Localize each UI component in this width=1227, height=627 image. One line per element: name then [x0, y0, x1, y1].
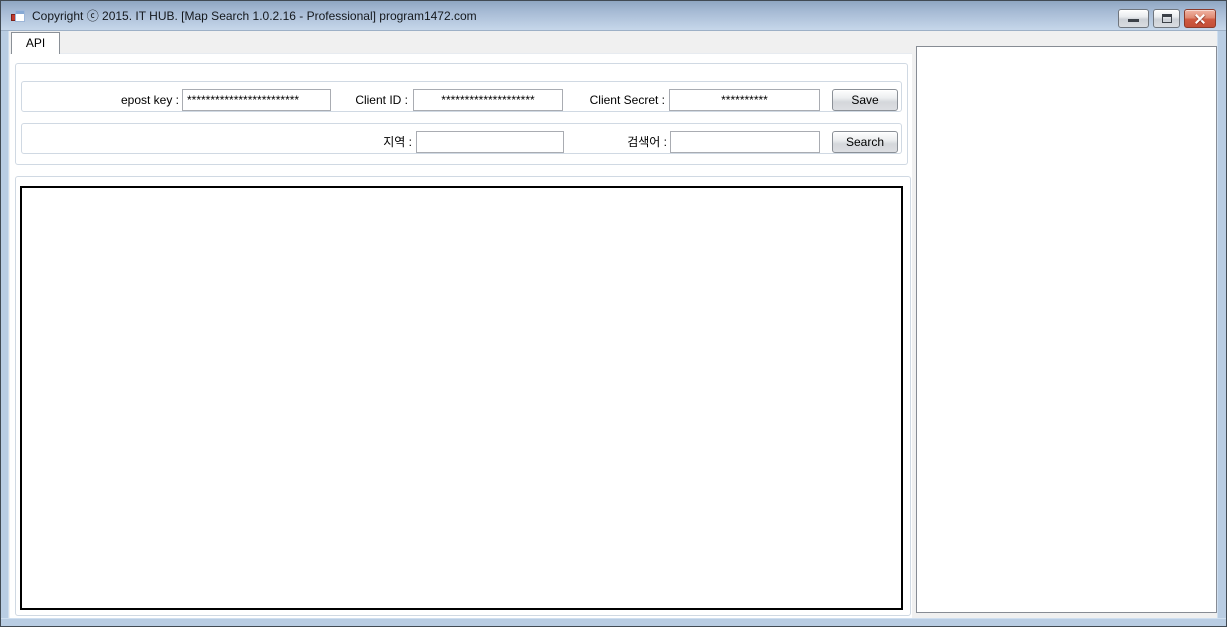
- minimize-button[interactable]: [1118, 9, 1149, 28]
- maximize-icon: [1162, 14, 1172, 23]
- client-secret-input[interactable]: [669, 89, 820, 111]
- tab-api[interactable]: API: [11, 32, 60, 54]
- close-icon: [1194, 13, 1206, 25]
- minimize-icon: [1128, 19, 1139, 22]
- application-window: Copyright ⓒ 2015. IT HUB. [Map Search 1.…: [0, 0, 1227, 627]
- epost-key-label: epost key :: [41, 89, 179, 111]
- window-frame-right: [1217, 31, 1226, 626]
- close-button[interactable]: [1184, 9, 1216, 28]
- client-secret-label: Client Secret :: [541, 89, 665, 111]
- window-title: Copyright ⓒ 2015. IT HUB. [Map Search 1.…: [32, 1, 477, 31]
- app-icon: [10, 8, 26, 24]
- keyword-label: 검색어 :: [547, 131, 667, 153]
- window-controls: [1118, 9, 1216, 28]
- window-frame-left: [1, 31, 9, 626]
- app-icon-titlebar-shape: [16, 11, 24, 14]
- region-label: 지역 :: [332, 131, 412, 153]
- region-input[interactable]: [416, 131, 564, 153]
- client-id-label: Client ID :: [311, 89, 408, 111]
- maximize-button[interactable]: [1153, 9, 1180, 28]
- app-icon-window-shape: [15, 10, 25, 22]
- results-listbox[interactable]: [916, 46, 1217, 613]
- save-button[interactable]: Save: [832, 89, 898, 111]
- window-frame-bottom: [1, 618, 1226, 626]
- search-button[interactable]: Search: [832, 131, 898, 153]
- epost-key-input[interactable]: [182, 89, 331, 111]
- keyword-input[interactable]: [670, 131, 820, 153]
- titlebar[interactable]: Copyright ⓒ 2015. IT HUB. [Map Search 1.…: [1, 1, 1226, 31]
- map-display[interactable]: [20, 186, 903, 610]
